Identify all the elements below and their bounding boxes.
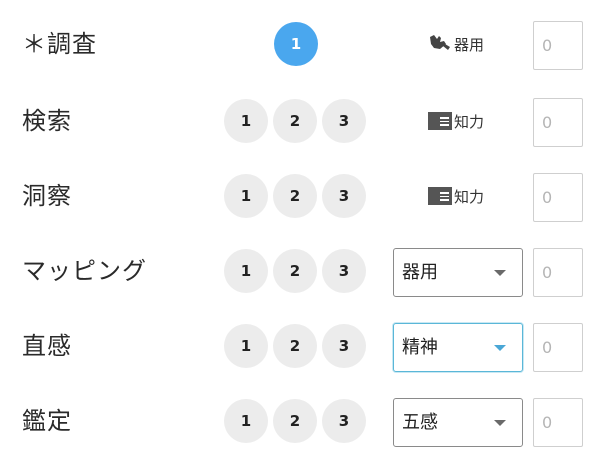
chevron-down-icon — [494, 270, 506, 276]
attribute-label: 知力 — [428, 91, 484, 151]
level-button-2[interactable]: 2 — [273, 249, 317, 293]
attribute-select-value: 五感 — [402, 412, 438, 433]
skill-row-investigation: ＊調査 1 器用 0 — [0, 14, 606, 74]
level-button-2[interactable]: 2 — [273, 174, 317, 218]
attribute-select[interactable]: 五感 — [393, 398, 523, 447]
attribute-text: 知力 — [454, 187, 485, 206]
skill-value-input[interactable]: 0 — [533, 98, 583, 147]
skill-row-insight: 洞察 1 2 3 知力 0 — [0, 166, 606, 226]
attribute-text: 器用 — [454, 35, 485, 54]
skill-value-input[interactable]: 0 — [533, 248, 583, 297]
attribute-select[interactable]: 精神 — [393, 323, 523, 372]
level-button-1[interactable]: 1 — [224, 174, 268, 218]
level-button-1[interactable]: 1 — [274, 22, 318, 66]
level-button-1[interactable]: 1 — [224, 324, 268, 368]
attribute-select-value: 精神 — [402, 337, 438, 358]
level-button-1[interactable]: 1 — [224, 99, 268, 143]
level-button-3[interactable]: 3 — [322, 399, 366, 443]
skill-name: マッピング — [22, 257, 147, 285]
skill-name: 鑑定 — [22, 407, 72, 435]
level-button-3[interactable]: 3 — [322, 324, 366, 368]
level-button-2[interactable]: 2 — [273, 324, 317, 368]
level-button-3[interactable]: 3 — [322, 174, 366, 218]
chevron-down-icon — [494, 345, 506, 351]
attribute-text: 知力 — [454, 112, 485, 131]
chevron-down-icon — [494, 420, 506, 426]
skill-value-input[interactable]: 0 — [533, 173, 583, 222]
skill-name: 直感 — [22, 332, 72, 360]
book-icon — [428, 187, 452, 205]
skill-row-search: 検索 1 2 3 知力 0 — [0, 91, 606, 151]
level-button-2[interactable]: 2 — [273, 99, 317, 143]
level-button-3[interactable]: 3 — [322, 249, 366, 293]
level-button-1[interactable]: 1 — [224, 399, 268, 443]
skill-name: ＊調査 — [22, 30, 97, 58]
skill-row-appraisal: 鑑定 1 2 3 五感 0 — [0, 391, 606, 451]
skill-row-intuition: 直感 1 2 3 精神 0 — [0, 316, 606, 376]
attribute-select[interactable]: 器用 — [393, 248, 523, 297]
skill-value-input[interactable]: 0 — [533, 398, 583, 447]
hand-icon — [428, 32, 452, 56]
level-button-1[interactable]: 1 — [224, 249, 268, 293]
attribute-select-value: 器用 — [402, 262, 438, 283]
skill-value-input[interactable]: 0 — [533, 323, 583, 372]
skill-name: 洞察 — [22, 182, 72, 210]
skill-row-mapping: マッピング 1 2 3 器用 0 — [0, 241, 606, 301]
attribute-label: 知力 — [428, 166, 484, 226]
attribute-label: 器用 — [428, 14, 484, 74]
level-button-3[interactable]: 3 — [322, 99, 366, 143]
book-icon — [428, 112, 452, 130]
skill-name: 検索 — [22, 107, 72, 135]
skill-value-input[interactable]: 0 — [533, 21, 583, 70]
level-button-2[interactable]: 2 — [273, 399, 317, 443]
